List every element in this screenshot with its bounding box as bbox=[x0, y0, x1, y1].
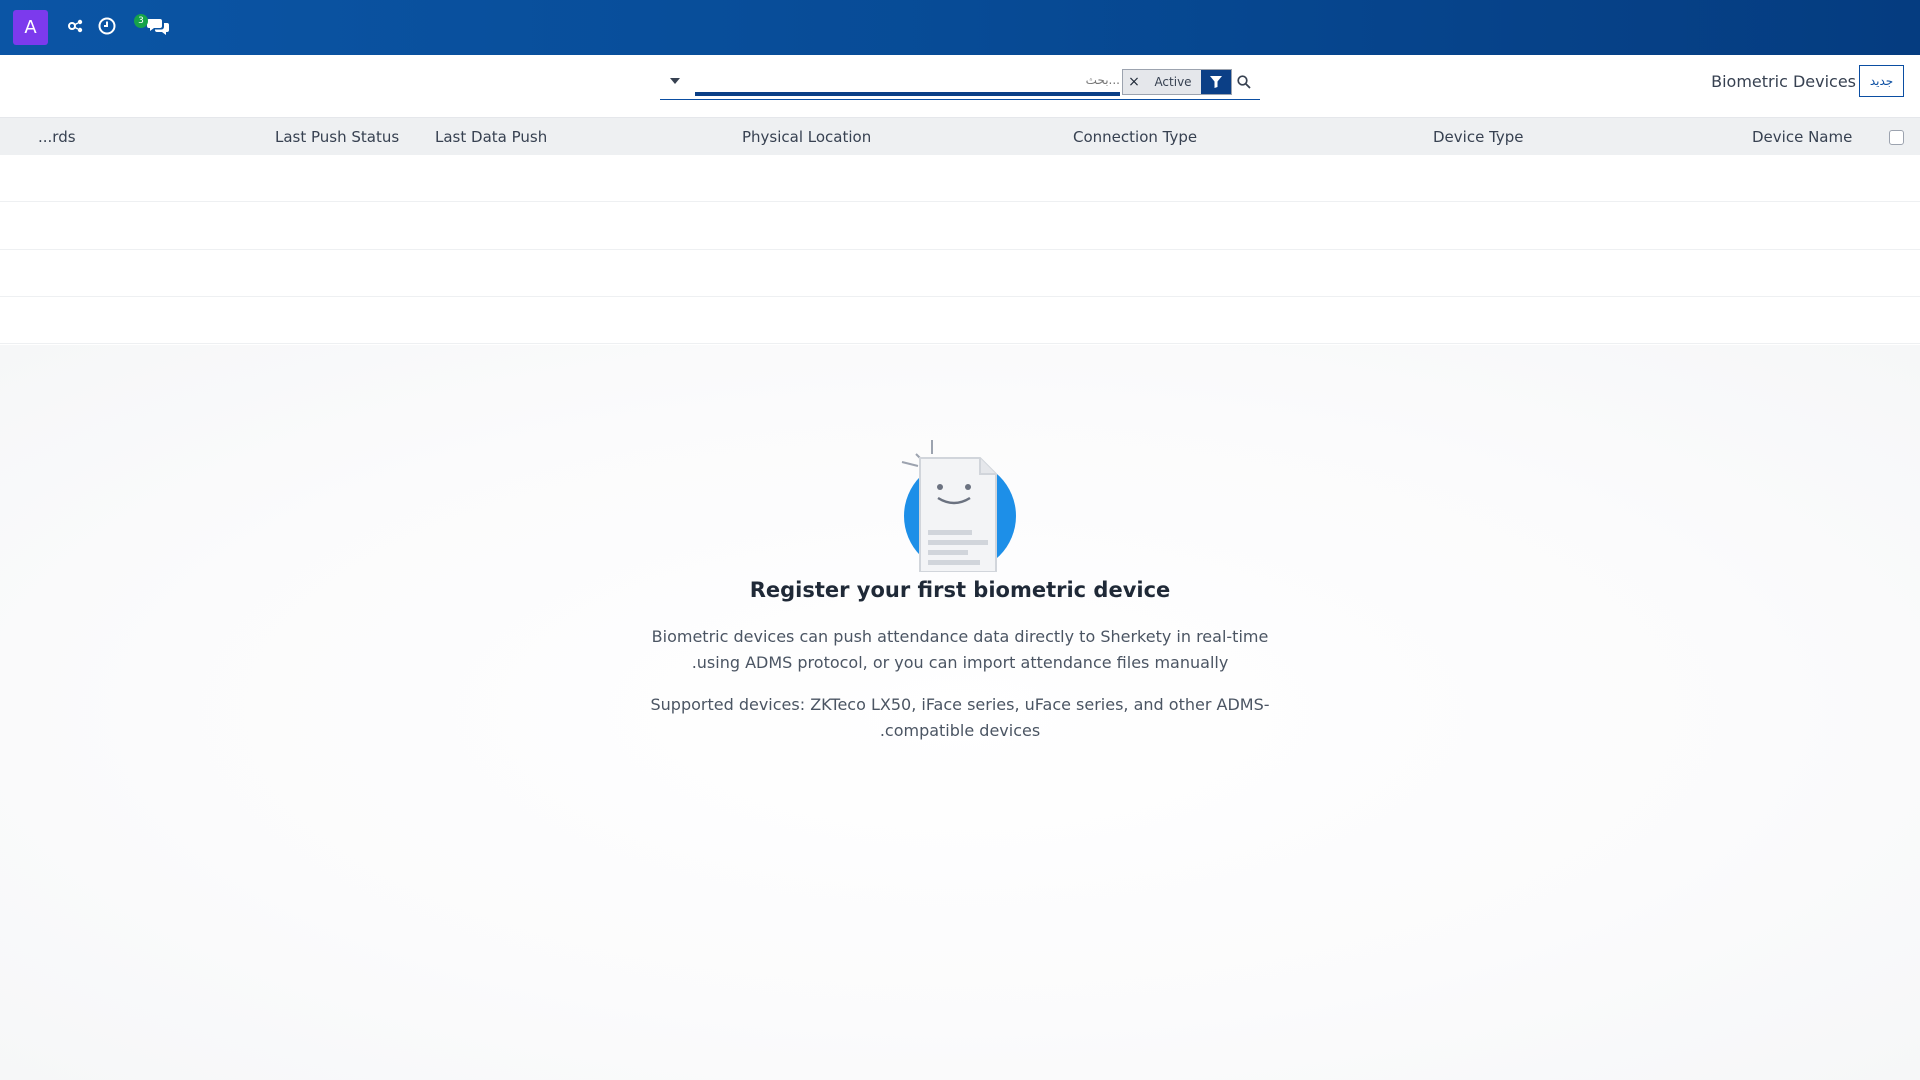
supported-devices-text: Supported devices: ZKTeco LX50, iFace se… bbox=[650, 695, 1270, 714]
empty-state-title: Register your first biometric device bbox=[749, 578, 1171, 602]
top-navbar: A 3 bbox=[0, 0, 1920, 55]
chat-icon[interactable] bbox=[145, 15, 171, 37]
table-row bbox=[0, 297, 1920, 344]
caret-down-icon[interactable] bbox=[665, 71, 685, 91]
settings-network-icon[interactable] bbox=[65, 15, 87, 37]
table-header: ...rds Last Push Status Last Data Push P… bbox=[0, 117, 1920, 155]
messages-badge: 3 bbox=[134, 14, 148, 28]
empty-state-description: Biometric devices can push attendance da… bbox=[651, 627, 1269, 646]
facet-value: Active bbox=[1145, 70, 1201, 94]
column-device-type[interactable]: Device Type bbox=[1433, 128, 1524, 146]
new-button[interactable]: جديد bbox=[1859, 65, 1904, 97]
search-bar: × Active bbox=[660, 66, 1260, 100]
search-input[interactable] bbox=[695, 68, 1120, 96]
supported-devices-text-2: .compatible devices bbox=[879, 721, 1041, 740]
select-all-checkbox[interactable] bbox=[1889, 130, 1904, 145]
document-smile-icon bbox=[901, 440, 1016, 572]
clock-icon[interactable] bbox=[96, 15, 118, 37]
search-icon[interactable] bbox=[1234, 72, 1254, 92]
empty-state-description-2: .using ADMS protocol, or you can import … bbox=[691, 653, 1229, 672]
column-device-name[interactable]: Device Name bbox=[1752, 128, 1852, 146]
column-last-data-push[interactable]: Last Data Push bbox=[435, 128, 547, 146]
table-row bbox=[0, 155, 1920, 202]
control-panel: × Active Biometric Devices جديد bbox=[0, 55, 1920, 117]
column-last-push-status[interactable]: Last Push Status bbox=[275, 128, 399, 146]
column-connection-type[interactable]: Connection Type bbox=[1073, 128, 1197, 146]
user-avatar[interactable]: A bbox=[13, 10, 48, 45]
filter-icon bbox=[1201, 70, 1231, 94]
column-records[interactable]: ...rds bbox=[38, 128, 76, 146]
column-physical-location[interactable]: Physical Location bbox=[742, 128, 871, 146]
table-row bbox=[0, 250, 1920, 297]
table-row bbox=[0, 203, 1920, 250]
search-facet: × Active bbox=[1122, 69, 1232, 95]
page-title: Biometric Devices bbox=[1711, 72, 1856, 91]
facet-remove-button[interactable]: × bbox=[1123, 70, 1145, 94]
